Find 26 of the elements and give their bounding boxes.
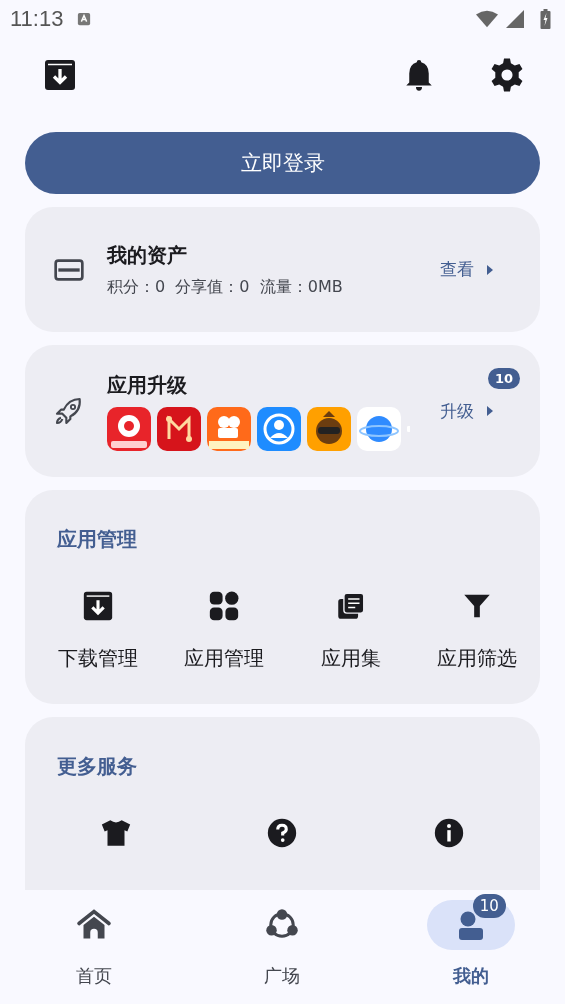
tile-label[interactable]: 应用集: [320, 645, 381, 672]
view-link[interactable]: 查看: [440, 258, 474, 281]
section-title: 应用管理: [57, 526, 138, 553]
play-arrow-icon: [486, 405, 494, 417]
card-title: 应用升级: [107, 371, 188, 399]
card-title: 我的资产: [107, 241, 188, 269]
nav-tab[interactable]: 广场: [188, 890, 377, 1004]
tile-label[interactable]: 应用管理: [184, 645, 265, 672]
status-time: 11:13: [10, 6, 64, 32]
tile-label[interactable]: 下载管理: [58, 645, 139, 672]
wifi-icon: [476, 10, 498, 28]
nav-tab[interactable]: 10 我的: [376, 890, 565, 1004]
tile-label[interactable]: 应用筛选: [436, 645, 517, 672]
count-badge: 10: [488, 367, 521, 389]
login-button[interactable]: 立即登录: [25, 132, 540, 194]
signal-icon: [504, 10, 526, 28]
asset-details: 积分：0 分享值：0 流量：0MB: [107, 276, 344, 298]
download-box-icon[interactable]: [42, 57, 78, 93]
section-title: 更多服务: [57, 753, 138, 780]
battery-icon: [540, 9, 551, 29]
nav-tab[interactable]: 首页: [0, 890, 189, 1004]
play-arrow-icon: [486, 263, 494, 276]
settings-icon[interactable]: [489, 57, 525, 93]
count-badge: 10: [472, 894, 506, 918]
keyboard-icon: [77, 12, 92, 26]
upgrade-link[interactable]: 升级: [440, 399, 474, 423]
